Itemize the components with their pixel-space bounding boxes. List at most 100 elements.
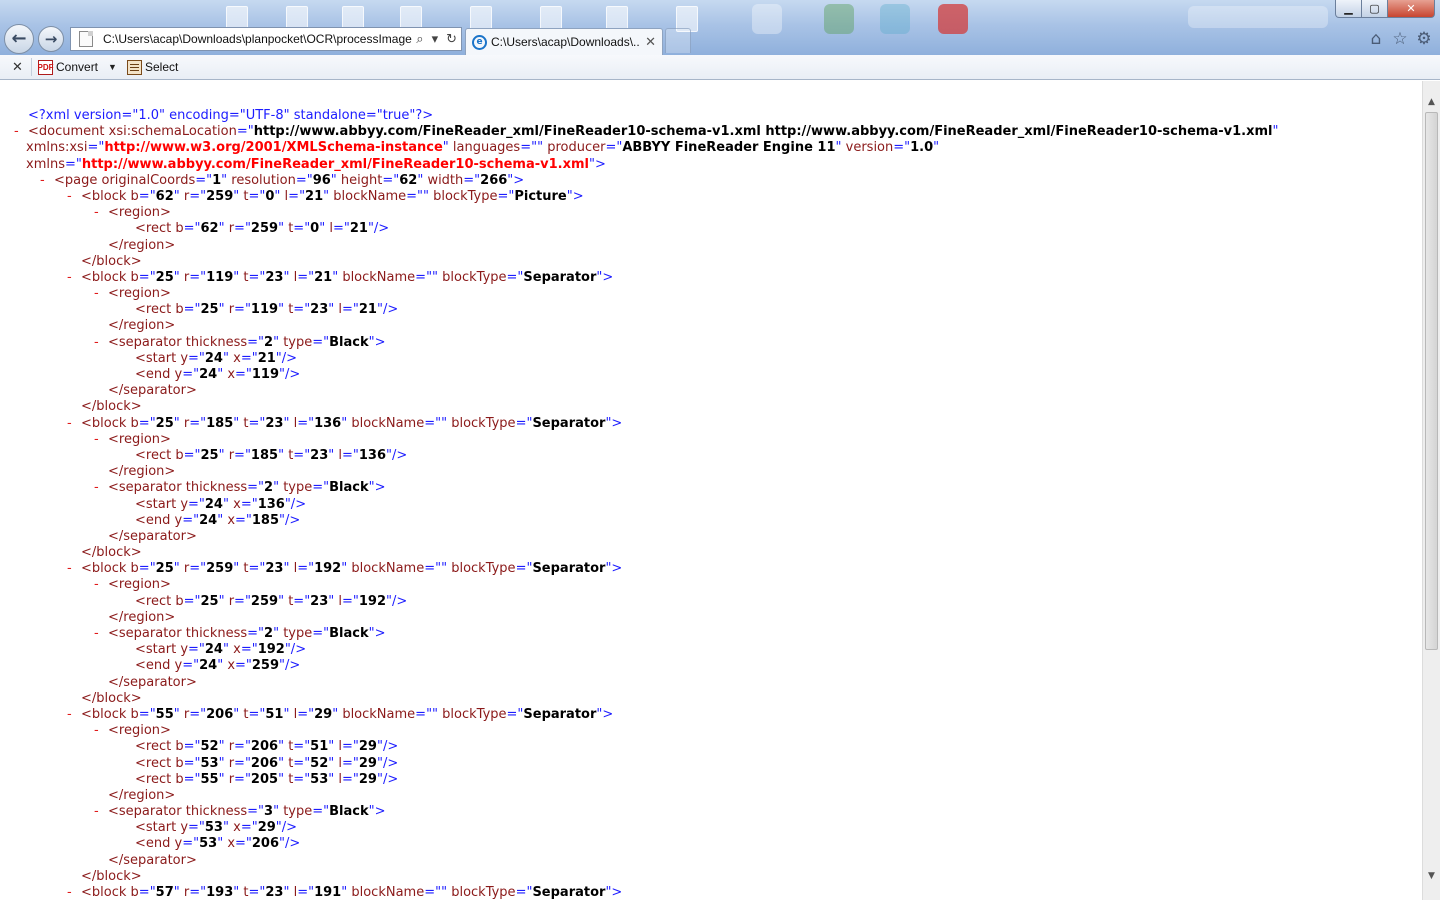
xml-token: =" xyxy=(138,706,156,722)
browser-tab-active[interactable]: e C:\Users\acap\Downloads\... ✕ xyxy=(465,28,663,55)
xml-token: <region> xyxy=(108,431,171,447)
collapse-toggle[interactable]: - xyxy=(94,723,99,739)
xml-line-text: <block b="25" r="119" t="23" l="21" bloc… xyxy=(81,270,613,286)
collapse-toggle[interactable]: - xyxy=(94,577,99,593)
collapse-toggle[interactable]: - xyxy=(14,124,19,140)
collapse-toggle[interactable]: - xyxy=(67,416,72,432)
xml-line-text: <rect b="52" r="206" t="51" l="29"/> xyxy=(135,739,398,755)
xml-token: 24 xyxy=(199,658,218,674)
collapse-toggle[interactable]: - xyxy=(40,173,45,189)
xml-token: 25 xyxy=(200,302,219,318)
xml-token: =" xyxy=(234,447,251,463)
xml-token: </block> xyxy=(81,399,142,415)
xml-token: =" xyxy=(87,140,105,156)
scroll-up-arrow-icon[interactable]: ▲ xyxy=(1423,93,1440,110)
xml-token: =" xyxy=(506,269,524,285)
collapse-toggle[interactable]: - xyxy=(67,561,72,577)
xml-token: " xyxy=(283,269,294,285)
collapse-toggle[interactable]: - xyxy=(67,189,72,205)
xml-token: 29 xyxy=(257,820,276,836)
xml-token: </block> xyxy=(81,253,142,269)
xml-token: 29 xyxy=(314,706,333,722)
xml-token: <block xyxy=(81,269,131,285)
collapse-toggle[interactable]: - xyxy=(67,707,72,723)
xml-line-text: </region> xyxy=(108,788,175,804)
address-input[interactable]: C:\Users\acap\Downloads\planpocket\OCR\p… xyxy=(103,32,412,46)
xml-token: " xyxy=(218,739,229,755)
forward-button[interactable]: → xyxy=(38,26,64,52)
home-icon[interactable]: ⌂ xyxy=(1366,29,1386,49)
xml-token: 2 xyxy=(264,480,274,496)
xml-token: "/> xyxy=(376,739,399,755)
xml-token: =" xyxy=(293,739,311,755)
scrollbar-thumb[interactable] xyxy=(1425,112,1438,650)
xml-token: b xyxy=(175,739,184,755)
address-bar[interactable]: C:\Users\acap\Downloads\planpocket\OCR\p… xyxy=(70,27,462,51)
xml-token: " xyxy=(217,836,228,852)
convert-button[interactable]: PDF Convert xyxy=(38,58,98,76)
address-dropdown-icon[interactable]: ▾ xyxy=(428,32,443,47)
xml-token: " xyxy=(273,480,284,496)
collapse-toggle[interactable]: - xyxy=(94,804,99,820)
select-label: Select xyxy=(145,60,179,74)
xml-token: " xyxy=(278,739,289,755)
close-window-button[interactable]: ✕ xyxy=(1387,0,1435,18)
xml-line-text: <end y="24" x="185"/> xyxy=(135,513,300,529)
vertical-scrollbar[interactable]: ▲ ▼ xyxy=(1422,81,1440,900)
select-button[interactable]: Select xyxy=(127,58,178,76)
xml-token: =" xyxy=(247,480,265,496)
xml-token: " xyxy=(233,188,244,204)
xml-token: 23 xyxy=(265,269,284,285)
collapse-toggle[interactable]: - xyxy=(67,885,72,900)
xml-token: "> xyxy=(566,188,584,204)
xml-token: "/> xyxy=(279,658,301,674)
xml-token: " xyxy=(221,172,232,188)
tab-title: C:\Users\acap\Downloads\... xyxy=(491,35,640,49)
xml-token: =" xyxy=(183,221,201,237)
xml-line-text: <rect b="25" r="185" t="23" l="136"/> xyxy=(135,448,407,464)
collapse-toggle[interactable]: - xyxy=(94,205,99,221)
xml-token: 23 xyxy=(310,447,329,463)
xml-line-text: <separator thickness="2" type="Black"> xyxy=(108,626,386,642)
collapse-toggle[interactable]: - xyxy=(94,432,99,448)
collapse-toggle[interactable]: - xyxy=(94,480,99,496)
xml-token: <end xyxy=(135,512,175,528)
star-icon[interactable]: ☆ xyxy=(1390,29,1410,49)
collapse-toggle[interactable]: - xyxy=(94,335,99,351)
xml-token: b xyxy=(130,706,139,722)
xml-token: 25 xyxy=(155,415,174,431)
page-document-icon xyxy=(79,31,93,47)
xml-token: =" xyxy=(382,172,400,188)
tab-close-icon[interactable]: ✕ xyxy=(639,35,662,50)
refresh-icon[interactable]: ↻ xyxy=(442,32,461,47)
xml-line-text: <region> xyxy=(108,723,171,739)
xml-token: =" xyxy=(188,820,205,836)
xml-token: =" xyxy=(297,415,315,431)
collapse-toggle[interactable]: - xyxy=(67,270,72,286)
xml-token: =" xyxy=(182,836,200,852)
collapse-toggle[interactable]: - xyxy=(94,286,99,302)
xml-token: " xyxy=(278,447,289,463)
xml-token: =" xyxy=(497,188,515,204)
xml-line-text: <separator thickness="3" type="Black"> xyxy=(108,804,386,820)
xml-line-text: xmlns:xsi="http://www.w3.org/2001/XMLSch… xyxy=(26,140,939,156)
xml-token: 25 xyxy=(155,269,174,285)
new-tab-button[interactable] xyxy=(665,28,691,53)
search-icon[interactable]: ⌕ xyxy=(412,32,427,47)
gear-icon[interactable]: ⚙ xyxy=(1414,29,1434,49)
xml-token: =" xyxy=(293,221,311,237)
minimize-button[interactable]: ▁ xyxy=(1335,0,1362,18)
xml-token: " xyxy=(278,221,289,237)
convert-dropdown-button[interactable]: ▼ xyxy=(108,58,117,76)
maximize-button[interactable]: ▢ xyxy=(1361,0,1388,18)
xml-token: 192 xyxy=(257,642,285,658)
close-toolbar-icon[interactable]: ✕ xyxy=(12,59,23,75)
xml-token: <end xyxy=(135,367,175,382)
xml-token: " xyxy=(217,658,228,674)
collapse-toggle[interactable]: - xyxy=(94,626,99,642)
app-shortcut-icon xyxy=(752,4,782,34)
back-button[interactable]: ← xyxy=(4,24,34,54)
xml-token: " xyxy=(222,496,234,512)
xml-token: " xyxy=(1272,124,1279,140)
scroll-down-arrow-icon[interactable]: ▼ xyxy=(1423,867,1440,884)
